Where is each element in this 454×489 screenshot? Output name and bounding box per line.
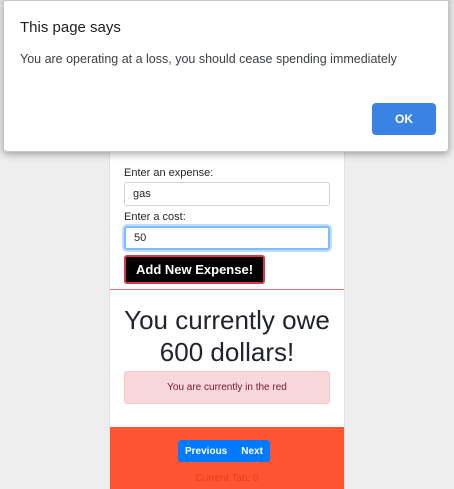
footer-bar: Previous Next Current Tab: 0 bbox=[110, 427, 344, 489]
in-the-red-alert: You are currently in the red bbox=[124, 371, 330, 404]
expense-tracker-card: Enter an expense: Enter a cost: Add New … bbox=[110, 150, 344, 489]
add-expense-button[interactable]: Add New Expense! bbox=[124, 255, 266, 284]
next-button[interactable]: Next bbox=[234, 446, 270, 457]
pagination: Previous Next bbox=[178, 440, 270, 462]
expense-form: Enter an expense: Enter a cost: Add New … bbox=[110, 150, 344, 284]
dialog-title: This page says bbox=[20, 19, 121, 36]
cost-input[interactable] bbox=[124, 226, 330, 250]
alert-dialog: This page says You are operating at a lo… bbox=[3, 0, 449, 152]
section-divider bbox=[110, 289, 344, 290]
current-tab-label: Current Tab: 0 bbox=[195, 473, 259, 484]
dialog-message: You are operating at a loss, you should … bbox=[20, 52, 397, 66]
amount-owed-heading: You currently owe 600 dollars! bbox=[110, 304, 344, 368]
owe-line-2: 600 dollars! bbox=[159, 337, 295, 367]
expense-input[interactable] bbox=[124, 182, 330, 206]
owe-line-1: You currently owe bbox=[124, 305, 330, 335]
cost-label: Enter a cost: bbox=[124, 211, 186, 223]
expense-label: Enter an expense: bbox=[124, 167, 214, 179]
previous-button[interactable]: Previous bbox=[178, 446, 234, 457]
ok-button[interactable]: OK bbox=[372, 103, 436, 135]
